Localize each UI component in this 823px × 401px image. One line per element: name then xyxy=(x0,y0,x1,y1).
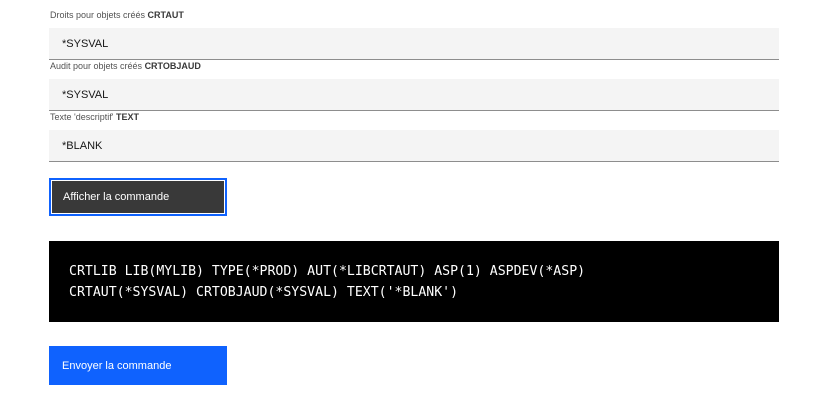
crtaut-input[interactable] xyxy=(49,28,779,60)
show-command-button[interactable]: Afficher la commande xyxy=(49,178,227,216)
text-label: Texte 'descriptif' TEXT xyxy=(50,112,139,122)
crtobjaud-input[interactable] xyxy=(49,79,779,111)
text-input[interactable] xyxy=(49,130,779,162)
crtaut-label-keyword: CRTAUT xyxy=(147,10,184,20)
crtaut-label-text: Droits pour objets créés xyxy=(50,10,148,20)
command-line-1: CRTLIB LIB(MYLIB) TYPE(*PROD) AUT(*LIBCR… xyxy=(69,264,586,279)
crtobjaud-label: Audit pour objets créés CRTOBJAUD xyxy=(50,61,201,71)
text-label-keyword: TEXT xyxy=(115,112,139,122)
command-output: CRTLIB LIB(MYLIB) TYPE(*PROD) AUT(*LIBCR… xyxy=(49,241,779,322)
command-line-2: CRTAUT(*SYSVAL) CRTOBJAUD(*SYSVAL) TEXT(… xyxy=(69,285,459,300)
submit-command-button[interactable]: Envoyer la commande xyxy=(49,346,227,385)
crtaut-label: Droits pour objets créés CRTAUT xyxy=(50,10,184,20)
crtobjaud-label-text: Audit pour objets créés xyxy=(50,61,145,71)
crtobjaud-label-keyword: CRTOBJAUD xyxy=(144,61,201,71)
text-label-text: Texte 'descriptif' xyxy=(50,112,116,122)
